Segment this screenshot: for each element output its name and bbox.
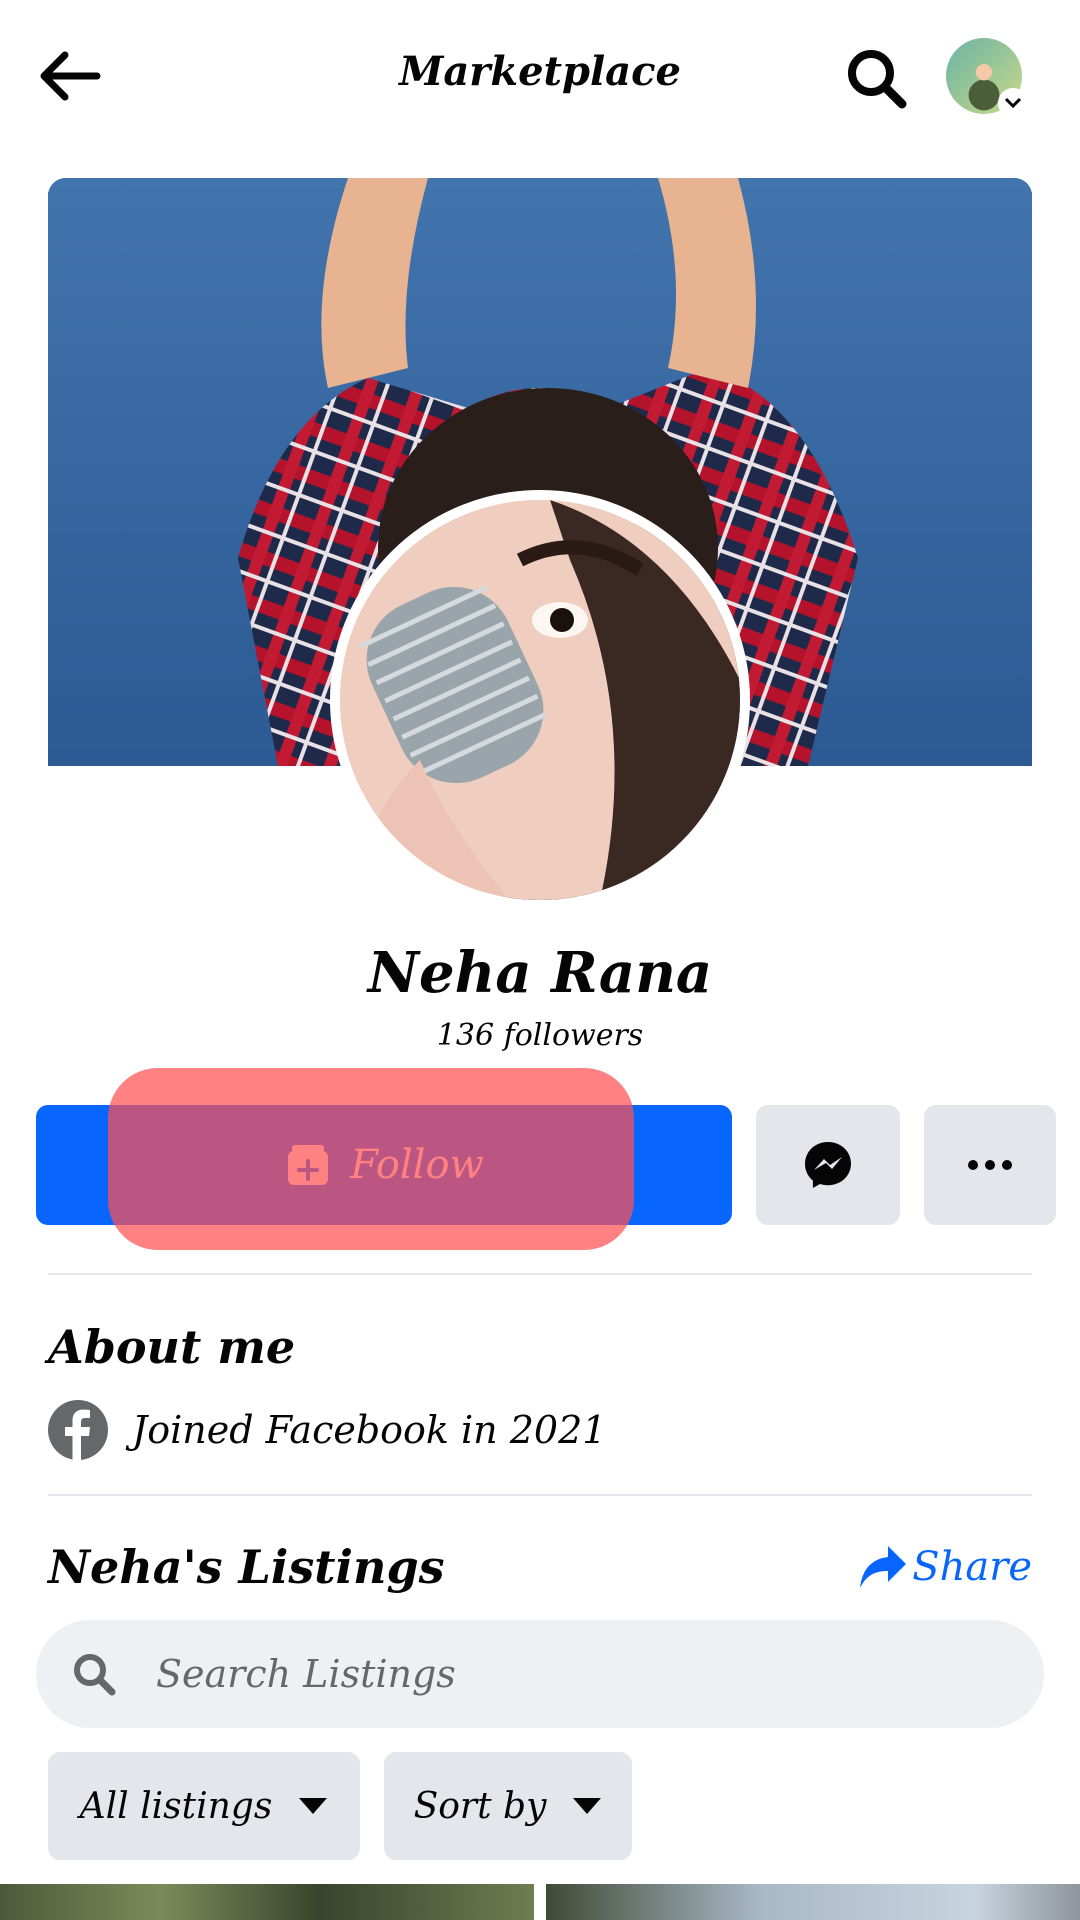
listings-section-title: Neha's Listings <box>48 1540 445 1594</box>
facebook-icon <box>48 1400 108 1460</box>
joined-text: Joined Facebook in 2021 <box>132 1408 607 1452</box>
divider <box>48 1494 1032 1496</box>
page-title: Marketplace <box>399 48 681 95</box>
follow-button[interactable]: Follow <box>36 1105 732 1225</box>
search-button[interactable] <box>836 40 916 116</box>
search-listings-input[interactable]: Search Listings <box>36 1620 1044 1728</box>
all-listings-filter[interactable]: All listings <box>48 1752 360 1860</box>
divider <box>48 1273 1032 1275</box>
account-avatar-button[interactable] <box>946 38 1028 118</box>
listing-thumbnail[interactable] <box>546 1884 1080 1920</box>
profile-picture[interactable] <box>330 490 750 910</box>
caret-down-icon <box>299 1798 328 1814</box>
profile-name: Neha Rana <box>367 940 713 1006</box>
share-arrow-icon <box>860 1546 907 1588</box>
top-bar: Marketplace <box>0 0 1080 150</box>
share-label: Share <box>912 1544 1032 1590</box>
sort-by-filter[interactable]: Sort by <box>384 1752 632 1860</box>
filter-label: All listings <box>79 1785 273 1827</box>
followers-count[interactable]: 136 followers <box>0 1018 1080 1053</box>
joined-facebook-row: Joined Facebook in 2021 <box>48 1400 606 1460</box>
messenger-icon <box>805 1142 851 1188</box>
chevron-down-icon <box>998 88 1028 118</box>
about-section-title: About me <box>48 1320 296 1374</box>
search-icon <box>848 50 907 109</box>
caret-down-icon <box>573 1798 602 1814</box>
filter-label: Sort by <box>413 1785 547 1827</box>
search-icon <box>74 1654 116 1696</box>
more-options-button[interactable] <box>924 1105 1056 1225</box>
share-button[interactable]: Share <box>858 1544 1032 1590</box>
listing-thumbnail[interactable] <box>0 1884 534 1920</box>
more-icon <box>968 1160 1012 1170</box>
message-button[interactable] <box>756 1105 900 1225</box>
search-placeholder: Search Listings <box>156 1652 456 1696</box>
follow-label: Follow <box>350 1142 484 1188</box>
follow-plus-icon <box>288 1145 329 1185</box>
